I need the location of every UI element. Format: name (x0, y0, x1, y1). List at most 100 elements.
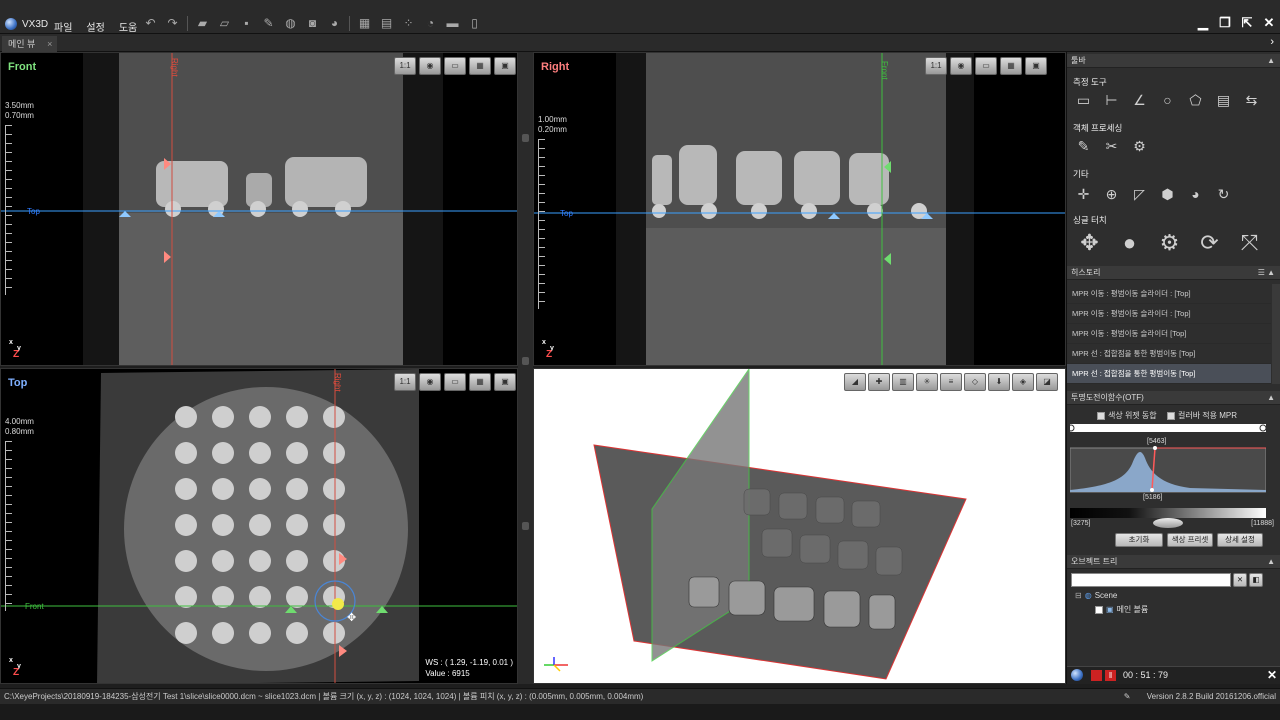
otf-color-preset-button[interactable]: 색상 프리셋 (1167, 533, 1213, 547)
otf-colorbar-option[interactable]: 컬러바 적용 MPR (1167, 410, 1237, 421)
app-logo-icon[interactable] (5, 18, 17, 30)
otf-color-widget-option[interactable]: 색상 위젯 동합 (1097, 410, 1157, 421)
render-download-button[interactable]: ⬇ (988, 373, 1010, 391)
zoom-1to1-button[interactable]: 1:1 (394, 373, 416, 391)
globe-icon[interactable]: ◍ (283, 16, 298, 31)
zoom-1to1-button[interactable]: 1:1 (394, 57, 416, 75)
object-search-input[interactable] (1071, 573, 1231, 587)
note-icon[interactable]: ▤ (1213, 90, 1234, 110)
menu-settings[interactable]: 설정 (86, 19, 104, 34)
move-icon[interactable]: ✥ (1073, 230, 1106, 256)
otf-window-slider[interactable] (1153, 518, 1183, 528)
distance-icon[interactable]: ⊢ (1101, 90, 1122, 110)
history-item[interactable]: MPR 선 : 접합점을 통한 평범이동 [Top] (1067, 344, 1271, 364)
tree-node-scene[interactable]: ⊟ ◍ Scene (1075, 591, 1117, 600)
render-clip-button[interactable]: ◈ (1012, 373, 1034, 391)
otf-graph[interactable] (1070, 424, 1266, 520)
menu-help[interactable]: 도움 (119, 19, 137, 34)
view-top[interactable]: ✥ Front Right Top 4.00mm 0.80mm 1:1 ◉ ▭ … (0, 368, 518, 684)
capture-icon[interactable]: ◕ (327, 16, 342, 31)
brush-icon[interactable]: ✎ (1073, 136, 1094, 156)
view-slab-button[interactable]: ▭ (444, 57, 466, 75)
zoom-icon[interactable]: ● (1113, 230, 1146, 256)
record-icon[interactable] (1091, 670, 1102, 681)
render-light-button[interactable]: ✳ (916, 373, 938, 391)
view-mode-button[interactable]: ◉ (419, 373, 441, 391)
angle-icon[interactable]: ∠ (1129, 90, 1150, 110)
view-slab-button[interactable]: ▭ (444, 373, 466, 391)
view-mode-button[interactable]: ◉ (419, 57, 441, 75)
history-item[interactable]: MPR 이동 : 평범이동 슬라이더 : [Top] (1067, 304, 1271, 324)
view-splitter[interactable] (518, 52, 533, 684)
clear-search-button[interactable]: ✕ (1233, 573, 1247, 587)
zoom-1to1-button[interactable]: 1:1 (925, 57, 947, 75)
grid-icon[interactable]: ▦ (357, 16, 372, 31)
popout-icon[interactable]: ⇱ (1240, 16, 1254, 30)
close-icon[interactable]: ✕ (1262, 16, 1276, 30)
view-layout-button[interactable]: ▦ (1000, 57, 1022, 75)
reset-icon[interactable]: ↻ (1213, 184, 1234, 204)
view-layout-button[interactable]: ▦ (469, 373, 491, 391)
toolbar-panel-header[interactable]: 툴바 ▲ (1067, 54, 1280, 68)
otf-header[interactable]: 투명도전이함수(OTF) ▲ (1067, 391, 1280, 405)
render-icon[interactable]: ◕ (1185, 184, 1206, 204)
gear-icon[interactable]: ⚙ (1153, 230, 1186, 256)
history-item[interactable]: MPR 이동 : 평범이동 슬라이더 : [Top] (1067, 284, 1271, 304)
restore-icon[interactable]: ❐ (1218, 16, 1232, 30)
transform-icon[interactable]: ⚙ (1129, 136, 1150, 156)
open-folder-icon[interactable]: ▱ (217, 16, 232, 31)
save-icon[interactable]: ▪ (239, 16, 254, 31)
dots-icon[interactable]: ⁘ (401, 16, 416, 31)
history-item[interactable]: MPR 이동 : 평범이동 슬라이더 [Top] (1067, 324, 1271, 344)
view-layout-button[interactable]: ▦ (469, 57, 491, 75)
view-mode-button[interactable]: ◉ (950, 57, 972, 75)
render-tool-button[interactable]: ✚ (868, 373, 890, 391)
circle-icon[interactable]: ○ (1157, 90, 1178, 110)
render-maximize-button[interactable]: ◪ (1036, 373, 1058, 391)
ruler-icon[interactable]: ▭ (1073, 90, 1094, 110)
edit-icon[interactable]: ✎ (1124, 692, 1131, 701)
refresh-icon[interactable]: ◔ (423, 16, 438, 31)
open-icon[interactable]: ▰ (195, 16, 210, 31)
checkbox[interactable] (1097, 411, 1105, 420)
tree-node-volume[interactable]: ▣ 메인 볼륨 (1095, 604, 1148, 615)
zoom-region-icon[interactable]: ⊕ (1101, 184, 1122, 204)
view-maximize-button[interactable]: ▣ (494, 373, 516, 391)
pen-icon[interactable]: ✎ (261, 16, 276, 31)
tab-close-icon[interactable]: × (47, 36, 52, 52)
object-tree-header[interactable]: 오브젝트 트리 ▲ (1067, 555, 1280, 569)
checkbox[interactable] (1167, 411, 1175, 420)
pause-icon[interactable]: ‖ (1105, 670, 1116, 681)
otf-detail-settings-button[interactable]: 상세 설정 (1217, 533, 1263, 547)
rotate-axis-icon[interactable]: ⤧ (1233, 230, 1266, 256)
otf-reset-button[interactable]: 초기화 (1115, 533, 1163, 547)
render-slice-button[interactable]: ▥ (892, 373, 914, 391)
close-icon[interactable]: ✕ (1267, 668, 1277, 682)
history-item-selected[interactable]: MPR 선 : 접합점을 통한 평범이동 [Top] (1067, 364, 1271, 384)
grid-point-icon[interactable]: ✛ (1073, 184, 1094, 204)
polygon-icon[interactable]: ⬠ (1185, 90, 1206, 110)
render-box-button[interactable]: ◇ (964, 373, 986, 391)
tree-options-button[interactable]: ◧ (1249, 573, 1263, 587)
render-mode-button[interactable]: ◢ (844, 373, 866, 391)
tab-nav-icon[interactable]: › (1270, 36, 1274, 48)
checkbox[interactable] (1095, 605, 1103, 614)
view-maximize-button[interactable]: ▣ (1025, 57, 1047, 75)
view-3d[interactable]: ◢ ✚ ▥ ✳ ≡ ◇ ⬇ ◈ ◪ (533, 368, 1066, 684)
tab-main-view[interactable]: 메인 뷰 × (2, 36, 58, 52)
rotate-icon[interactable]: ⟳ (1193, 230, 1226, 256)
crop-icon[interactable]: ◸ (1129, 184, 1150, 204)
redo-icon[interactable]: ↷ (165, 16, 180, 31)
link-icon[interactable]: ⇆ (1241, 90, 1262, 110)
menu-file[interactable]: 파일 (54, 19, 72, 34)
view-maximize-button[interactable]: ▣ (494, 57, 516, 75)
layout-icon[interactable]: ▤ (379, 16, 394, 31)
document-icon[interactable]: ▯ (467, 16, 482, 31)
cut-icon[interactable]: ✂ (1101, 136, 1122, 156)
view-front[interactable]: Top Right Front 3.50mm 0.70mm 1:1 ◉ ▭ ▦ … (0, 52, 518, 366)
view-slab-button[interactable]: ▭ (975, 57, 997, 75)
render-layers-button[interactable]: ≡ (940, 373, 962, 391)
box-icon[interactable]: ⬢ (1157, 184, 1178, 204)
minimize-icon[interactable]: ▁ (1196, 16, 1210, 30)
collapse-icon[interactable]: ⊟ (1075, 591, 1082, 600)
